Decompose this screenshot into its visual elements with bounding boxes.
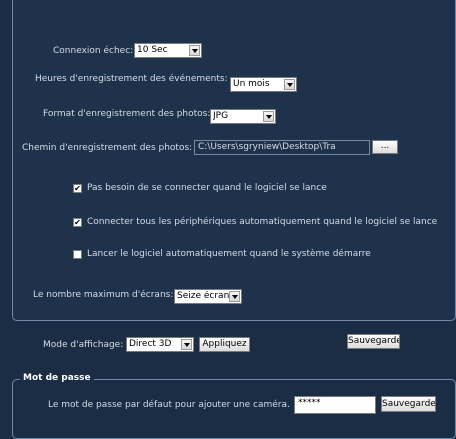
photo-format-select[interactable]: JPG: [210, 109, 276, 124]
checkbox-auto-launch-label: Lancer le logiciel automatiquement quand…: [87, 249, 371, 259]
save-display-button[interactable]: Sauvegarder: [347, 334, 400, 349]
checkbox-auto-launch[interactable]: [73, 250, 82, 259]
max-screens-select[interactable]: Seize écran: [174, 289, 242, 304]
event-hours-select[interactable]: Un mois: [230, 77, 297, 92]
event-hours-label: Heures d'enregistrement des événements:: [35, 74, 228, 84]
failed-connection-label: Connexion échec:: [53, 46, 134, 56]
browse-button[interactable]: ...: [372, 140, 398, 154]
chevron-down-icon: [284, 79, 295, 90]
check-icon: ✔: [74, 218, 81, 227]
photo-path-field[interactable]: C:\Users\sgryniew\Desktop\Tra: [194, 140, 370, 155]
chevron-down-icon: [229, 291, 240, 302]
password-field[interactable]: *****: [294, 396, 376, 414]
check-icon: ✔: [74, 184, 81, 193]
password-label: Le mot de passe par défaut pour ajouter …: [48, 400, 290, 410]
failed-connection-select[interactable]: 10 Sec: [134, 43, 202, 58]
password-group-title: Mot de passe: [20, 373, 94, 383]
checkbox-auto-connect[interactable]: ✔: [73, 218, 82, 227]
save-password-button[interactable]: Sauvegarder: [381, 396, 436, 412]
checkbox-auto-connect-label: Connecter tous les périphériques automat…: [87, 217, 438, 227]
display-mode-label: Mode d'affichage:: [43, 340, 124, 350]
checkbox-no-login[interactable]: ✔: [73, 184, 82, 193]
photo-format-label: Format d'enregistrement des photos:: [43, 109, 211, 119]
photo-path-label: Chemin d'enregistrement des photos:: [22, 143, 193, 153]
apply-button[interactable]: Appliquez: [199, 337, 250, 352]
max-screens-label: Le nombre maximum d'écrans:: [33, 290, 174, 300]
chevron-down-icon: [189, 45, 200, 56]
display-mode-select[interactable]: Direct 3D: [126, 337, 194, 352]
checkbox-no-login-label: Pas besoin de se connecter quand le logi…: [87, 183, 327, 193]
chevron-down-icon: [181, 339, 192, 350]
chevron-down-icon: [263, 111, 274, 122]
